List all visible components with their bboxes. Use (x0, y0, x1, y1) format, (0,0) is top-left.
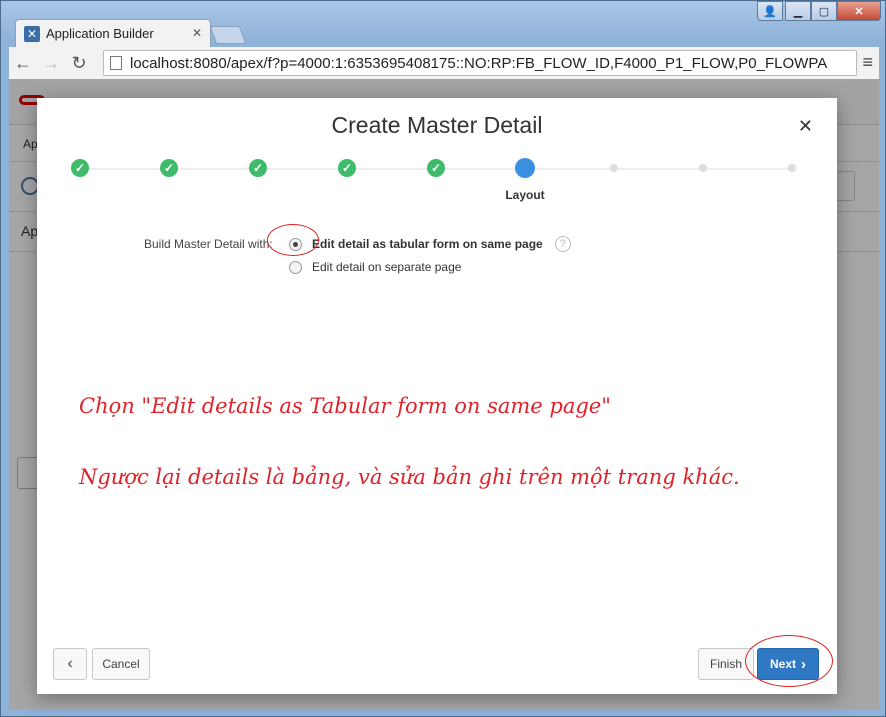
previous-button[interactable]: ‹ (53, 648, 87, 680)
tab-title: Application Builder (46, 26, 154, 41)
browser-tab[interactable]: ✕ Application Builder ✕ (15, 19, 211, 47)
step-future (788, 164, 796, 172)
annotation-circle (745, 635, 833, 687)
maximize-icon[interactable]: ▢ (811, 1, 837, 21)
minimize-icon[interactable]: ▁ (785, 1, 811, 21)
user-icon[interactable]: 👤 (757, 1, 783, 21)
step-current (515, 158, 535, 178)
window-controls: 👤 ▁ ▢ ✕ (757, 1, 881, 21)
cancel-button[interactable]: Cancel (92, 648, 150, 680)
step-done-check-icon: ✓ (71, 159, 89, 177)
window-close-icon[interactable]: ✕ (837, 1, 881, 21)
radio-button[interactable] (289, 260, 302, 274)
annotation-circle (267, 224, 319, 256)
option-separate-page[interactable]: Edit detail on separate page (289, 260, 461, 274)
address-bar[interactable]: localhost:8080/apex/f?p=4000:1:635369540… (103, 50, 857, 76)
browser-toolbar: ← → ↻ localhost:8080/apex/f?p=4000:1:635… (9, 47, 879, 79)
dialog-title: Create Master Detail (331, 112, 543, 138)
build-with-label: Build Master Detail with: (144, 237, 273, 251)
address-text: localhost:8080/apex/f?p=4000:1:635369540… (130, 54, 828, 72)
back-arrow-icon[interactable]: ← (9, 53, 37, 74)
annotation-note: Ngược lại details là bảng, và sửa bản gh… (79, 465, 740, 489)
wizard-progress: ✓ ✓ ✓ ✓ ✓ Layout (37, 158, 837, 218)
reload-icon[interactable]: ↻ (65, 53, 93, 74)
step-label: Layout (505, 188, 545, 202)
apex-favicon-icon: ✕ (24, 25, 40, 42)
step-done-check-icon: ✓ (338, 159, 356, 177)
forward-arrow-icon[interactable]: → (37, 53, 65, 74)
option-label: Edit detail as tabular form on same page (312, 237, 543, 251)
tab-strip: ✕ Application Builder ✕ 👤 ▁ ▢ ✕ (1, 1, 886, 47)
close-icon[interactable]: ✕ (798, 116, 813, 137)
option-tabular-same-page[interactable]: Edit detail as tabular form on same page… (289, 236, 571, 252)
step-done-check-icon: ✓ (160, 159, 178, 177)
annotation-note: Chọn "Edit details as Tabular form on sa… (79, 394, 611, 418)
menu-icon[interactable]: ≡ (862, 52, 873, 73)
tab-close-icon[interactable]: ✕ (192, 26, 202, 40)
step-done-check-icon: ✓ (427, 159, 445, 177)
step-done-check-icon: ✓ (249, 159, 267, 177)
page-icon (110, 56, 122, 70)
help-icon[interactable]: ? (554, 236, 571, 252)
step-future (699, 164, 707, 172)
create-master-detail-dialog: Create Master Detail ✕ ✓ ✓ ✓ ✓ ✓ Layout … (37, 98, 837, 694)
option-label: Edit detail on separate page (312, 260, 462, 274)
new-tab-button[interactable] (209, 26, 247, 44)
chevron-left-icon: ‹ (67, 655, 73, 672)
browser-window: ✕ Application Builder ✕ 👤 ▁ ▢ ✕ ← → ↻ lo… (0, 0, 886, 717)
step-future (610, 164, 618, 172)
